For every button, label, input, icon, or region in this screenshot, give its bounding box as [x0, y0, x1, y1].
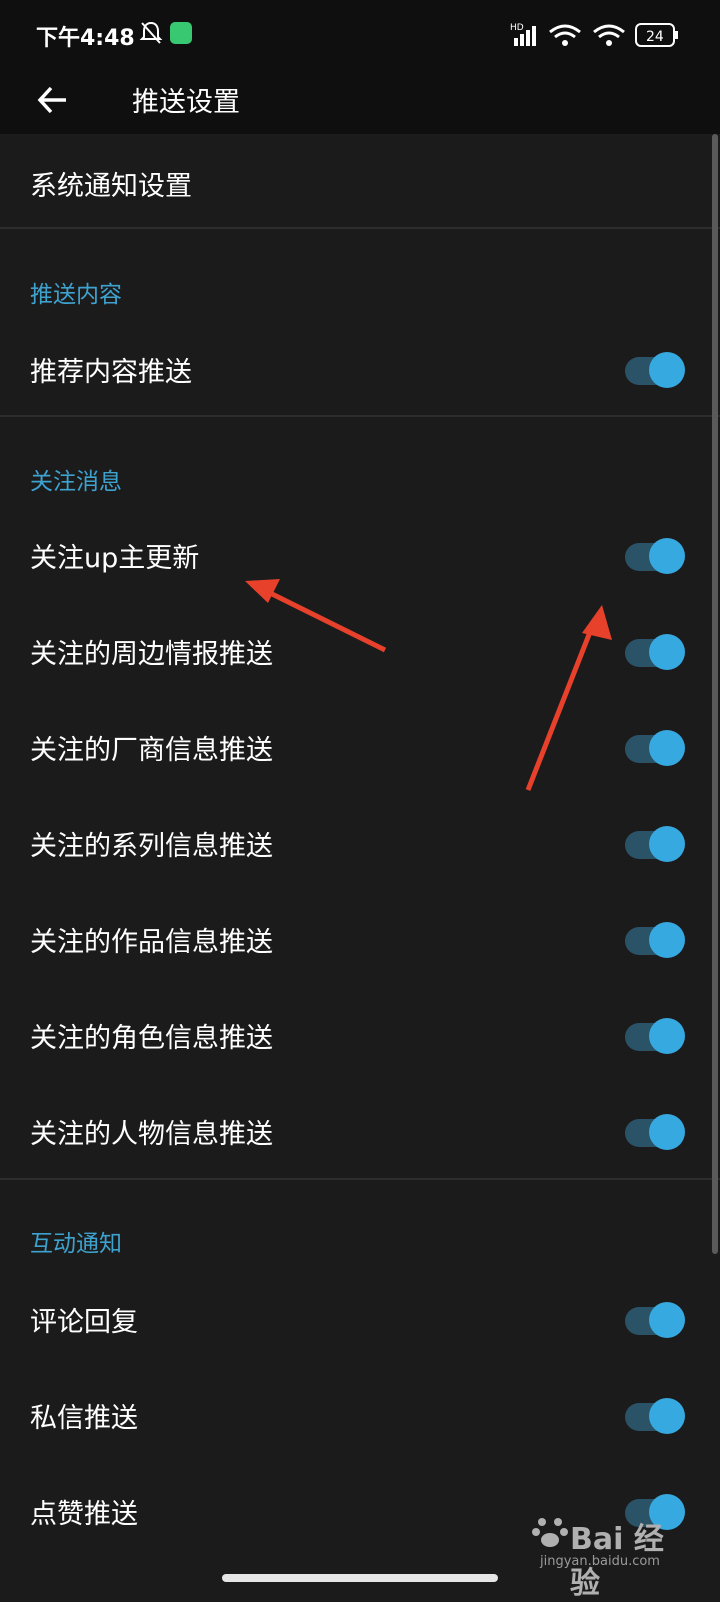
follow-series-toggle[interactable] [625, 826, 685, 862]
status-indicators: HD 24 [510, 23, 678, 47]
row-follow-characters[interactable]: 关注的角色信息推送 [0, 986, 720, 1082]
follow-vendor-toggle[interactable] [625, 730, 685, 766]
row-comment-reply[interactable]: 评论回复 [0, 1270, 720, 1366]
row-label: 关注的厂商信息推送 [30, 735, 273, 766]
row-label: 关注up主更新 [30, 543, 200, 574]
home-indicator[interactable] [222, 1574, 498, 1582]
row-label: 关注的作品信息推送 [30, 927, 273, 958]
private-message-toggle[interactable] [625, 1398, 685, 1434]
hd-label: HD [510, 23, 524, 33]
status-bar: 下午4:48 HD 24 [0, 0, 720, 70]
row-label: 关注的周边情报推送 [30, 639, 273, 670]
row-label: 评论回复 [30, 1307, 138, 1338]
section-title-push-content: 推送内容 [30, 282, 122, 308]
watermark-url: jingyan.baidu.com [540, 1554, 660, 1569]
divider [0, 227, 720, 229]
follow-characters-toggle[interactable] [625, 1018, 685, 1054]
system-notification-label: 系统通知设置 [30, 171, 192, 202]
toolbar: 推送设置 [0, 70, 720, 134]
row-private-message[interactable]: 私信推送 [0, 1366, 720, 1462]
row-label: 推荐内容推送 [30, 357, 192, 388]
app-notification-icon [170, 22, 192, 44]
divider [0, 415, 720, 417]
section-title-follow: 关注消息 [30, 469, 122, 495]
battery-level: 24 [646, 29, 664, 45]
page-title: 推送设置 [132, 87, 240, 118]
row-recommended-push[interactable]: 推荐内容推送 [0, 320, 720, 416]
divider [0, 1178, 720, 1180]
back-arrow-icon[interactable] [36, 78, 70, 122]
scrollbar[interactable] [712, 134, 718, 1254]
bell-muted-icon [139, 21, 163, 44]
recommended-push-toggle[interactable] [625, 352, 685, 388]
annotation-arrow-left [245, 579, 387, 653]
section-title-interaction: 互动通知 [30, 1231, 122, 1257]
row-label: 私信推送 [30, 1403, 138, 1434]
row-label: 关注的人物信息推送 [30, 1119, 273, 1150]
row-label: 关注的角色信息推送 [30, 1023, 273, 1054]
row-label: 关注的系列信息推送 [30, 831, 273, 862]
follow-up-updates-toggle[interactable] [625, 538, 685, 574]
row-follow-works[interactable]: 关注的作品信息推送 [0, 890, 720, 986]
follow-merch-toggle[interactable] [625, 634, 685, 670]
annotation-arrow-right [525, 605, 612, 791]
system-notification-row[interactable]: 系统通知设置 [0, 134, 720, 230]
follow-people-toggle[interactable] [625, 1114, 685, 1150]
row-label: 点赞推送 [30, 1499, 138, 1530]
settings-list: 系统通知设置 推送内容 推荐内容推送 关注消息 关注up主更新 关注的周边情报推… [0, 134, 720, 1574]
row-follow-series[interactable]: 关注的系列信息推送 [0, 794, 720, 890]
follow-works-toggle[interactable] [625, 922, 685, 958]
watermark: Bai 经验 jingyan.baidu.com [530, 1510, 680, 1601]
baidu-paw-icon [532, 1518, 568, 1547]
status-time: 下午4:48 [36, 26, 135, 51]
row-follow-people[interactable]: 关注的人物信息推送 [0, 1082, 720, 1178]
comment-reply-toggle[interactable] [625, 1302, 685, 1338]
